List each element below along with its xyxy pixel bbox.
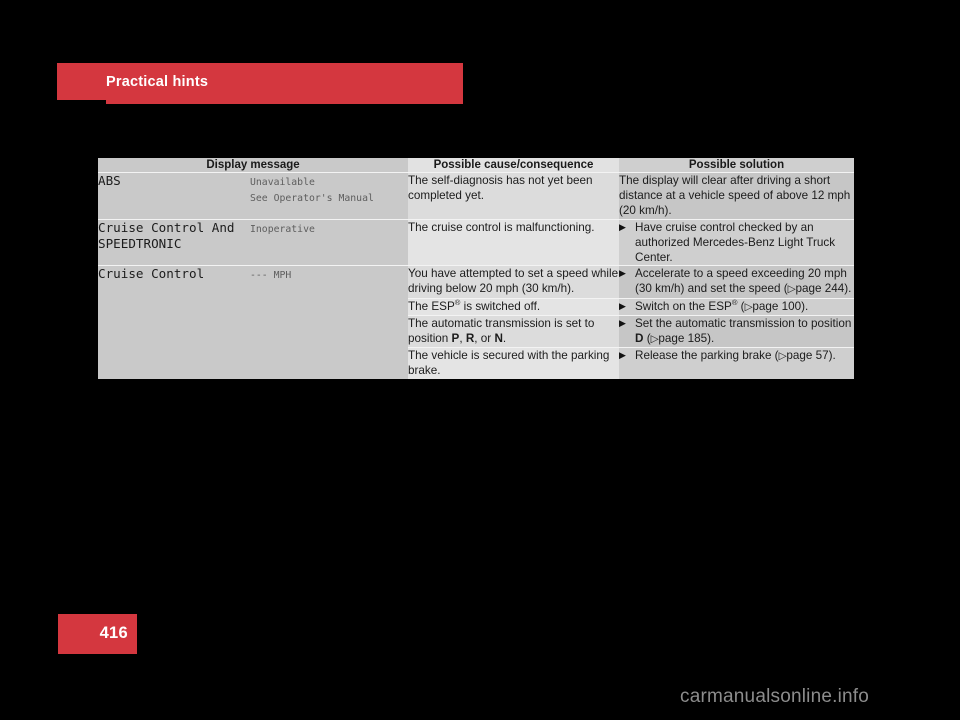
solution-text: The display will clear after driving a s… <box>619 174 851 218</box>
solution-page-ref: page 185 <box>658 332 708 346</box>
cell-cause: The automatic transmission is set to pos… <box>408 314 619 348</box>
table-row: Cruise Control And SPEEDTRONIC Inoperati… <box>98 218 854 266</box>
cell-cause: The vehicle is secured with the parking … <box>408 347 619 379</box>
solution-text-mid: ( <box>737 299 745 313</box>
solution-page-ref: page 57 <box>786 349 829 363</box>
cell-solution: ▶ Have cruise control checked by an auth… <box>619 218 854 266</box>
cause-text: The cruise control is malfunctioning. <box>408 220 595 234</box>
cell-solution: ▶ Release the parking brake (▷page 57). <box>619 347 854 379</box>
cause-text: You have attempted to set a speed while … <box>408 267 619 296</box>
cell-cause: You have attempted to set a speed while … <box>408 265 619 299</box>
table-row: ABS Unavailable See Operator's Manual Th… <box>98 172 854 220</box>
table-row: Cruise Control --- MPH You have attempte… <box>98 265 854 379</box>
page-number-badge: 416 <box>58 614 137 654</box>
table-header-row: Display message Possible cause/consequen… <box>98 158 854 173</box>
cell-display-message-cruise-speedtronic: Cruise Control And SPEEDTRONIC Inoperati… <box>98 218 408 266</box>
gear-position-n: N <box>494 332 503 346</box>
page-number: 416 <box>99 624 128 642</box>
cause-text-pre: The ESP <box>408 299 455 313</box>
solution-text-pre: Switch on the ESP <box>635 299 732 313</box>
solution-text-mid: ( <box>643 332 651 346</box>
solution-text-post: ). <box>707 332 715 346</box>
bullet-triangle-icon: ▶ <box>619 300 626 311</box>
column-header-possible-cause: Possible cause/consequence <box>408 158 619 173</box>
cause-text: The self-diagnosis has not yet been comp… <box>408 174 593 203</box>
message-name: Cruise Control And SPEEDTRONIC <box>98 219 235 251</box>
solution-bullet-row: ▶ Accelerate to a speed exceeding 20 mph… <box>619 266 854 297</box>
message-block: ABS Unavailable See Operator's Manual <box>98 173 408 207</box>
cell-display-message-abs: ABS Unavailable See Operator's Manual <box>98 172 408 220</box>
message-name: ABS <box>98 173 121 188</box>
cell-solution: ▶ Accelerate to a speed exceeding 20 mph… <box>619 265 854 299</box>
message-detail: --- MPH <box>250 270 292 282</box>
solution-text: Have cruise control checked by an author… <box>635 220 836 265</box>
cell-solution: ▶ Switch on the ESP® (▷page 100). <box>619 297 854 316</box>
solution-text-pre: Set the automatic transmission to positi… <box>635 316 852 330</box>
display-message-table: Display message Possible cause/consequen… <box>98 158 854 379</box>
message-block: Cruise Control And SPEEDTRONIC Inoperati… <box>98 220 408 252</box>
cause-text-post: . <box>502 332 507 346</box>
solution-text: Accelerate to a speed exceeding 20 mph (… <box>635 266 854 297</box>
message-block: Cruise Control --- MPH <box>98 266 408 284</box>
cell-cause: The ESP® is switched off. <box>408 297 619 316</box>
message-detail: Inoperative <box>250 223 315 235</box>
cause-sep-2: , or <box>474 332 495 346</box>
chapter-title: Practical hints <box>106 74 209 90</box>
chapter-header: Practical hints <box>57 63 463 104</box>
solution-bullet-row: ▶ Switch on the ESP® (▷page 100). <box>619 298 854 315</box>
bullet-triangle-icon: ▶ <box>619 350 626 361</box>
cell-solution: ▶ Set the automatic transmission to posi… <box>619 314 854 348</box>
solution-bullet-row: ▶ Set the automatic transmission to posi… <box>619 316 854 347</box>
message-detail: Unavailable See Operator's Manual <box>250 177 374 204</box>
cell-solution: The display will clear after driving a s… <box>619 172 854 220</box>
bullet-triangle-icon: ▶ <box>619 268 626 279</box>
chapter-header-bar-foot <box>106 100 463 104</box>
solution-bullet-row: ▶ Release the parking brake (▷page 57). <box>619 348 854 364</box>
bullet-triangle-icon: ▶ <box>619 221 626 232</box>
solution-text: Switch on the ESP® (▷page 100). <box>635 298 854 315</box>
solution-text: Set the automatic transmission to positi… <box>635 316 854 347</box>
column-header-display-message: Display message <box>98 158 408 173</box>
cell-cause: The cruise control is malfunctioning. <box>408 218 619 266</box>
cell-display-message-cruise-control: Cruise Control --- MPH <box>98 265 408 379</box>
solution-text-pre: Release the parking brake ( <box>635 349 779 363</box>
solution-page-ref: page 244 <box>795 282 845 296</box>
bullet-triangle-icon: ▶ <box>619 317 626 328</box>
cause-text-post: is switched off. <box>460 299 541 313</box>
solution-text: Release the parking brake (▷page 57). <box>635 348 854 364</box>
solution-bullet-row: ▶ Have cruise control checked by an auth… <box>619 220 854 266</box>
watermark: carmanualsonline.info <box>680 686 870 707</box>
cause-text: The vehicle is secured with the parking … <box>408 349 610 378</box>
solution-text-post: ). <box>844 282 852 296</box>
solution-text-post: ). <box>828 349 836 363</box>
solution-text-post: ). <box>801 299 809 313</box>
solution-page-ref: page 100 <box>752 299 802 313</box>
message-name: Cruise Control <box>98 266 205 282</box>
cell-cause: The self-diagnosis has not yet been comp… <box>408 172 619 220</box>
column-header-possible-solution: Possible solution <box>619 158 854 173</box>
